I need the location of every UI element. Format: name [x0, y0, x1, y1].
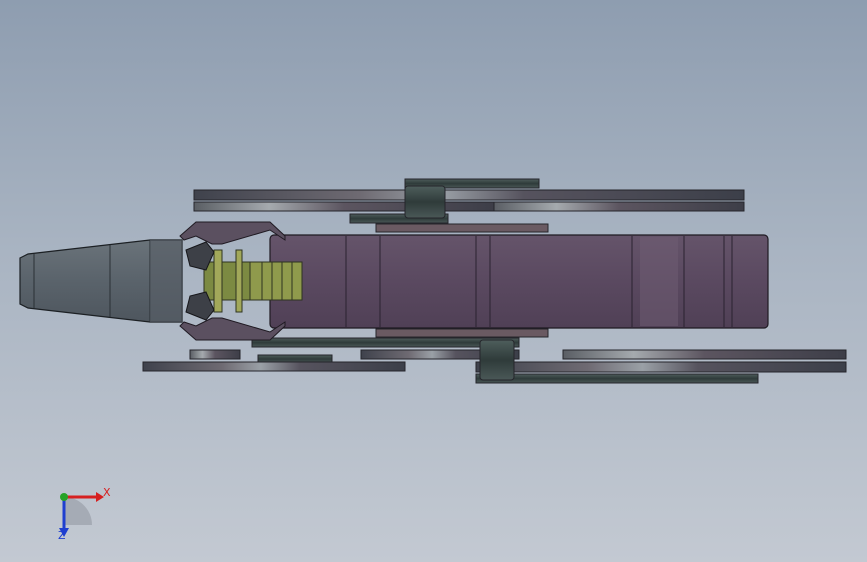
nozzle-end-effector[interactable] — [19, 239, 183, 323]
gripper-assembly[interactable] — [179, 221, 303, 341]
upper-link-bars[interactable] — [193, 178, 745, 233]
y-axis-dot — [60, 493, 68, 501]
graphics-viewport[interactable]: X Z — [0, 0, 867, 562]
z-axis-label: Z — [58, 529, 66, 542]
main-arm-body[interactable] — [269, 234, 769, 329]
cad-model-top-view[interactable] — [0, 0, 867, 562]
x-axis-label: X — [103, 486, 111, 499]
